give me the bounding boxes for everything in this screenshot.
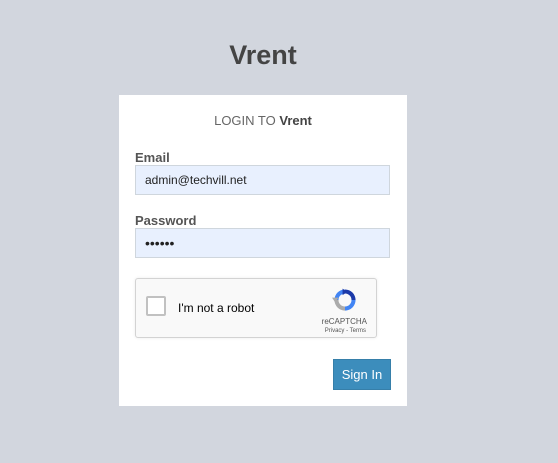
recaptcha-checkbox[interactable]: [146, 296, 166, 316]
app-title: Vrent: [229, 40, 297, 70]
login-heading-prefix: LOGIN TO: [214, 113, 276, 128]
sign-in-button[interactable]: Sign In: [333, 359, 391, 390]
recaptcha-logo-icon: [332, 288, 356, 311]
recaptcha-brand: reCAPTCHA: [321, 317, 367, 326]
recaptcha-label: I'm not a robot: [178, 301, 255, 315]
recaptcha-terms-link[interactable]: Terms: [350, 328, 366, 334]
password-label: Password: [135, 213, 197, 228]
login-heading: LOGIN TO Vrent: [119, 113, 407, 129]
email-field[interactable]: [135, 165, 390, 195]
login-box: LOGIN TO Vrent Email Password I'm not a …: [119, 95, 407, 406]
email-label: Email: [135, 150, 170, 165]
password-field[interactable]: [135, 228, 390, 258]
login-heading-brand: Vrent: [279, 113, 312, 128]
recaptcha-privacy-link[interactable]: Privacy: [325, 328, 345, 334]
recaptcha-links: Privacy - Terms: [325, 327, 366, 335]
recaptcha-widget: I'm not a robot reCAPTCHA Privacy - Term…: [135, 278, 377, 338]
